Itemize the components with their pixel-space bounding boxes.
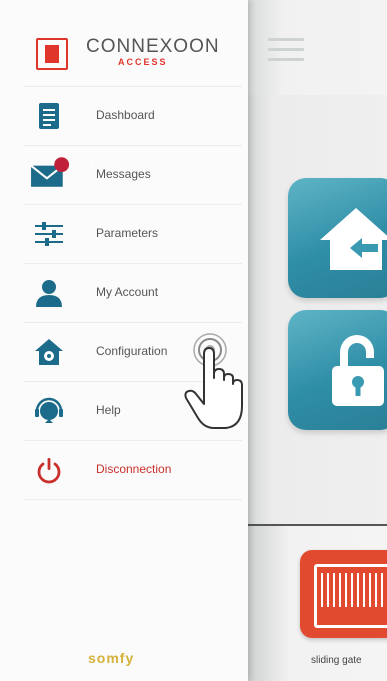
sidebar-item-disconnection[interactable]: Disconnection: [24, 441, 242, 500]
hand-pointer-icon: [184, 333, 243, 429]
sidebar-item-label: Dashboard: [96, 108, 155, 122]
sidebar-item-messages[interactable]: 1 Messages: [24, 146, 242, 205]
unread-badge: 1: [90, 159, 95, 168]
main-content: sliding gate: [248, 0, 387, 681]
sidebar-item-label: Configuration: [96, 344, 168, 358]
sidebar-item-parameters[interactable]: Parameters: [24, 205, 242, 264]
power-icon: [37, 458, 61, 484]
sidebar-menu: Dashboard 1 Messages Parameters My Accou…: [24, 86, 242, 500]
somfy-logo: somfy: [88, 650, 135, 666]
padlock-open-icon: [332, 335, 384, 406]
gate-icon: [314, 564, 387, 628]
sliding-gate-card[interactable]: [300, 550, 387, 638]
house-gear-icon: [35, 339, 63, 365]
connexoon-logo: CONNEXOON ACCESS: [30, 34, 240, 74]
hamburger-menu-icon[interactable]: [268, 38, 304, 62]
brand-subtitle: ACCESS: [118, 57, 168, 67]
sidebar-item-label: Disconnection: [96, 462, 172, 476]
connexoon-logo-icon: [36, 38, 68, 70]
house-arrow-icon: [320, 208, 387, 270]
headset-icon: [35, 397, 63, 423]
sidebar-item-label: My Account: [96, 285, 159, 299]
sidebar-item-dashboard[interactable]: Dashboard: [24, 86, 242, 146]
device-label: sliding gate: [311, 655, 362, 666]
user-icon: [36, 280, 62, 307]
sidebar-item-label: Parameters: [96, 226, 159, 240]
document-icon: [39, 103, 59, 129]
sidebar-item-my-account[interactable]: My Account: [24, 264, 242, 323]
sliders-icon: [35, 222, 63, 246]
envelope-icon: [30, 157, 70, 187]
sidebar-item-label: Messages: [96, 167, 151, 181]
home-arrival-tile[interactable]: [288, 178, 387, 298]
sidebar-item-label: Help: [96, 403, 121, 417]
unlock-tile[interactable]: [288, 310, 387, 430]
top-bar: [248, 0, 387, 95]
brand-name: CONNEXOON: [86, 36, 220, 57]
